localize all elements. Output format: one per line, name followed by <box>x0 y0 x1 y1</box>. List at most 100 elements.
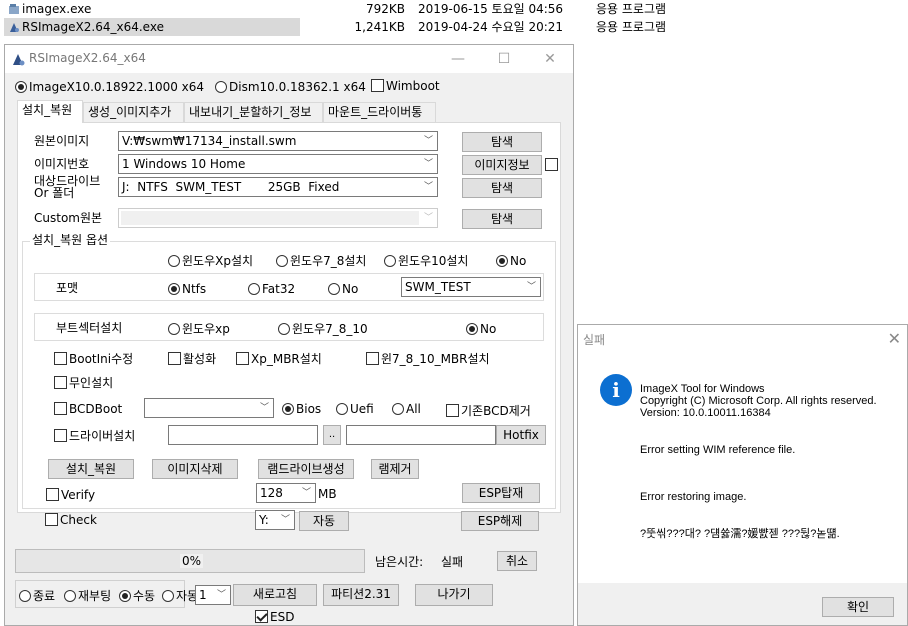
hotfix-button[interactable]: Hotfix <box>496 425 546 445</box>
remove-bcd-checkbox[interactable]: 기존BCD제거 <box>446 403 531 418</box>
file-row-rsimagex[interactable]: RSImageX2.64_x64.exe 1,241KB 2019-04-24 … <box>0 18 680 36</box>
unattend-checkbox[interactable]: 무인설치 <box>54 375 113 390</box>
activate-checkbox[interactable]: 활성화 <box>168 351 216 366</box>
drive-letter-combo[interactable]: Y: ﹀ <box>255 510 295 530</box>
exit-button[interactable]: 나가기 <box>415 584 493 606</box>
boot-sector-label: 부트섹터설치 <box>56 321 123 335</box>
source-image-combo[interactable]: V:₩swm₩17134_install.swm ﹀ <box>118 131 438 151</box>
install-restore-button[interactable]: 설치_복원 <box>48 459 134 479</box>
bcdboot-checkbox[interactable]: BCDBoot <box>54 401 122 416</box>
browse-custom-button[interactable]: 탐색 <box>462 209 542 229</box>
boot-no-radio[interactable]: No <box>466 321 496 336</box>
dism-label: Dism10.0.18362.1 x64 <box>229 79 366 94</box>
install-win10-radio[interactable]: 윈도우10설치 <box>384 253 468 268</box>
maximize-button[interactable]: ☐ <box>481 45 527 73</box>
hotfix-path-input[interactable] <box>346 425 496 445</box>
radio-indicator <box>64 589 76 602</box>
uefi-radio[interactable]: Uefi <box>336 401 374 416</box>
tab-mount-driver[interactable]: 마운트_드라이버통합 <box>323 102 436 137</box>
browse-driver-button[interactable]: .. <box>323 425 341 445</box>
browse-target-button[interactable]: 탐색 <box>462 178 542 198</box>
source-image-value: V:₩swm₩17134_install.swm <box>122 134 297 148</box>
wimboot-checkbox[interactable]: Wimboot <box>371 78 440 93</box>
checkbox-label: 기존BCD제거 <box>461 403 531 418</box>
checkbox-label: Verify <box>61 487 96 502</box>
verify-checkbox[interactable]: Verify <box>46 487 95 502</box>
radio-label: Uefi <box>350 401 374 416</box>
bios-radio[interactable]: Bios <box>282 401 321 416</box>
tab-create-append[interactable]: 생성_이미지추가 <box>83 102 184 122</box>
dism-radio[interactable]: Dism10.0.18362.1 x64 <box>215 79 366 94</box>
ok-button[interactable]: 확인 <box>822 597 894 617</box>
after-manual-radio[interactable]: 수동 <box>119 588 155 603</box>
radio-indicator <box>119 589 131 602</box>
bcdboot-combo[interactable]: ﹀ <box>144 398 274 418</box>
browse-source-button[interactable]: 탐색 <box>462 132 542 152</box>
after-shutdown-radio[interactable]: 종료 <box>19 588 55 603</box>
radio-label: 수동 <box>133 588 156 603</box>
image-index-combo[interactable]: 1 Windows 10 Home ﹀ <box>118 154 438 174</box>
file-name: imagex.exe <box>22 2 92 16</box>
tab-install-restore[interactable]: 설치_복원 <box>17 100 83 123</box>
radio-indicator <box>168 282 180 295</box>
esd-checkbox[interactable]: ESD <box>255 609 294 624</box>
checkbox-label: ESD <box>270 609 295 624</box>
xp-mbr-checkbox[interactable]: Xp_MBR설치 <box>236 351 322 366</box>
cancel-button[interactable]: 취소 <box>497 551 537 571</box>
driver-install-checkbox[interactable]: 드라이버설치 <box>54 428 135 443</box>
esp-unmount-button[interactable]: ESP해제 <box>461 511 539 531</box>
boot-xp-radio[interactable]: 윈도우xp <box>168 321 230 336</box>
driver-path-input[interactable] <box>168 425 318 445</box>
format-ntfs-radio[interactable]: Ntfs <box>168 281 206 296</box>
radio-label: 윈도우7_8_10 <box>292 321 368 336</box>
file-row-imagex[interactable]: imagex.exe 792KB 2019-06-15 토요일 04:56 응용… <box>0 0 680 18</box>
imagex-radio[interactable]: ImageX10.0.18922.1000 x64 <box>15 79 204 94</box>
file-name-cell[interactable]: imagex.exe <box>4 0 300 18</box>
format-no-radio[interactable]: No <box>328 281 358 296</box>
dialog-close-button[interactable]: ✕ <box>888 329 901 348</box>
custom-source-combo[interactable]: ﹀ <box>118 208 438 228</box>
after-reboot-radio[interactable]: 재부팅 <box>64 588 111 603</box>
format-fat32-radio[interactable]: Fat32 <box>248 281 295 296</box>
win7-mbr-checkbox[interactable]: 윈7_8_10_MBR설치 <box>366 351 490 366</box>
error-dialog: 실패 ✕ i ImageX Tool for Windows Copyright… <box>577 324 908 626</box>
install-no-radio[interactable]: No <box>496 253 526 268</box>
title-bar[interactable]: RSImageX2.64_x64 — ☐ ✕ <box>5 45 573 73</box>
delete-image-button[interactable]: 이미지삭제 <box>152 459 238 479</box>
window-title: RSImageX2.64_x64 <box>29 51 146 65</box>
volume-label-combo[interactable]: SWM_TEST ﹀ <box>401 277 541 297</box>
create-ramdrive-button[interactable]: 램드라이브생성 <box>258 459 354 479</box>
check-checkbox[interactable]: Check <box>45 512 97 527</box>
auto-button[interactable]: 자동 <box>299 511 349 531</box>
target-drive-value: J: NTFS SWM_TEST 25GB Fixed <box>122 180 340 194</box>
install-win78-radio[interactable]: 윈도우7_8설치 <box>276 253 366 268</box>
boot-win7810-radio[interactable]: 윈도우7_8_10 <box>278 321 368 336</box>
image-info-checkbox[interactable] <box>545 158 558 171</box>
refresh-button[interactable]: 새로고침 <box>233 584 317 606</box>
target-label-line2: Or 폴더 <box>34 186 75 200</box>
radio-label: 윈도우xp <box>182 321 230 336</box>
file-name-cell[interactable]: RSImageX2.64_x64.exe <box>4 18 300 36</box>
ram-size-combo[interactable]: 128 ﹀ <box>256 483 316 503</box>
minimize-button[interactable]: — <box>435 45 481 73</box>
all-radio[interactable]: All <box>392 401 421 416</box>
remove-ram-button[interactable]: 램제거 <box>371 459 419 479</box>
radio-indicator <box>162 589 174 602</box>
radio-label: Fat32 <box>262 281 296 296</box>
install-xp-radio[interactable]: 윈도우Xp설치 <box>168 253 253 268</box>
count-combo[interactable]: 1 ﹀ <box>195 585 231 605</box>
dialog-error2: Error restoring image. <box>640 491 747 503</box>
checkbox-indicator <box>54 402 67 415</box>
chevron-down-icon: ﹀ <box>526 282 536 292</box>
after-auto-radio[interactable]: 자동 <box>162 588 198 603</box>
esp-mount-button[interactable]: ESP탑재 <box>462 483 540 503</box>
image-info-button[interactable]: 이미지정보 <box>462 155 542 175</box>
partition-button[interactable]: 파티션2.31 <box>323 584 399 606</box>
bootini-checkbox[interactable]: BootIni수정 <box>54 351 133 366</box>
target-drive-combo[interactable]: J: NTFS SWM_TEST 25GB Fixed ﹀ <box>118 177 438 197</box>
ram-unit-label: MB <box>318 487 337 501</box>
tab-export-split-info[interactable]: 내보내기_분할하기_정보수정 <box>184 102 323 137</box>
rsimagex-window: RSImageX2.64_x64 — ☐ ✕ ImageX10.0.18922.… <box>4 44 574 626</box>
radio-label: 윈도우7_8설치 <box>290 253 367 268</box>
close-button[interactable]: ✕ <box>527 45 573 73</box>
